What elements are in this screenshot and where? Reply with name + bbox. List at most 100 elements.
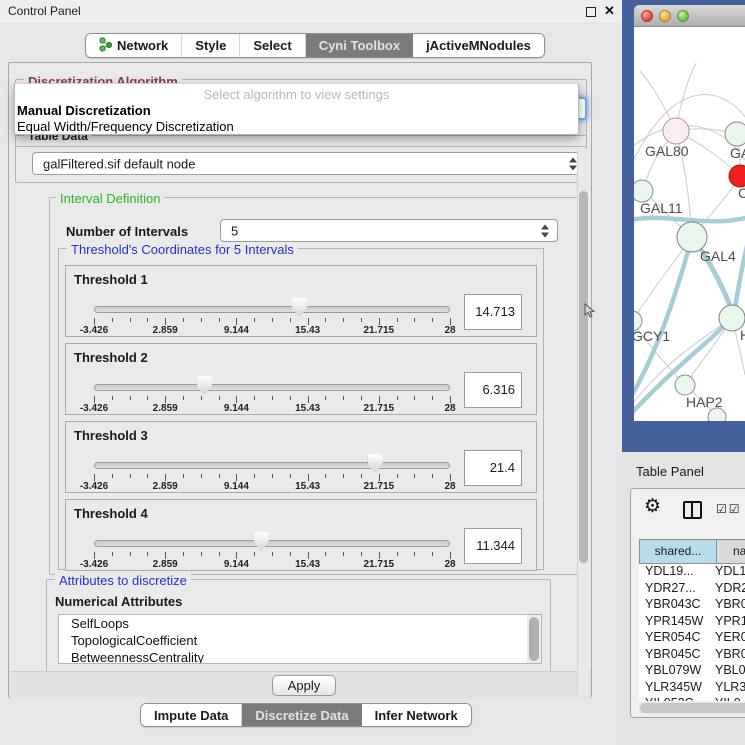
threshold-value-field[interactable]: 6.316 (464, 372, 522, 408)
minimize-traffic-light-icon[interactable] (659, 10, 671, 22)
checkbox-icons[interactable]: ☑☑ (716, 502, 742, 516)
panel-vertical-scrollbar[interactable] (577, 149, 589, 695)
list-item-topologicalcoefficient[interactable]: TopologicalCoefficient (59, 632, 541, 649)
panel-scrollbar-thumb[interactable] (579, 191, 588, 563)
threshold-panel-threshold-2: Threshold 2-3.4262.8599.14415.4321.71528… (65, 343, 537, 415)
zoom-traffic-light-icon[interactable] (677, 10, 689, 22)
network-node-gal11[interactable] (634, 180, 653, 202)
list-item-selfloops[interactable]: SelfLoops (59, 615, 541, 632)
network-window-titlebar[interactable] (634, 5, 745, 27)
table-body[interactable]: YDL19...YDL1YDR27...YDR2YBR043CYBR0YPR14… (639, 564, 745, 701)
slider-tick (147, 396, 148, 400)
table-row[interactable]: YLR345WYLR3 (639, 680, 745, 697)
slider-tick (94, 318, 95, 325)
slider-tick (272, 552, 273, 556)
tab-network[interactable]: Network (86, 34, 182, 57)
popup-option-manual-discretization[interactable]: Manual Discretization (17, 103, 151, 118)
table-row[interactable]: YDR27...YDR2 (639, 581, 745, 598)
table-row[interactable]: YER054CYER0 (639, 630, 745, 647)
gear-icon[interactable]: ⚙ (644, 495, 661, 518)
float-window-icon[interactable] (586, 7, 596, 17)
table-data-combobox[interactable]: galFiltered.sif default node (32, 152, 586, 175)
slider-tick (183, 552, 184, 556)
popup-option-equal-width-frequency[interactable]: Equal Width/Frequency Discretization (17, 119, 234, 134)
table-cell: YER0 (711, 630, 745, 647)
slider-track[interactable] (94, 462, 450, 469)
table-row[interactable]: YBR043CYBR0 (639, 597, 745, 614)
tab-discretize-data[interactable]: Discretize Data (242, 704, 361, 726)
tick-label: 21.715 (347, 403, 411, 414)
table-cell: YBR045C (639, 647, 711, 664)
slider-tick (183, 474, 184, 478)
slider-tick (130, 318, 131, 322)
slider-tick (219, 396, 220, 400)
threshold-label: Threshold 4 (74, 506, 148, 521)
slider-thumb[interactable] (197, 376, 212, 395)
tab-cyni-toolbox[interactable]: Cyni Toolbox (306, 34, 413, 57)
threshold-value-field[interactable]: 21.4 (464, 450, 522, 486)
slider-tick (201, 318, 202, 322)
tab-style[interactable]: Style (182, 34, 240, 57)
attributes-legend: Attributes to discretize (55, 573, 191, 588)
slider-tick (236, 396, 237, 403)
column-header-shared[interactable]: shared... (639, 539, 717, 564)
interval-definition-fieldset: Interval Definition Number of Intervals … (49, 197, 587, 575)
slider-thumb[interactable] (368, 454, 383, 473)
threshold-panel-threshold-1: Threshold 1-3.4262.8599.14415.4321.71528… (65, 265, 537, 337)
slider-tick (397, 318, 398, 322)
slider-tick (94, 552, 95, 559)
number-of-intervals-combobox[interactable]: 5 (220, 219, 558, 242)
slider-track[interactable] (94, 384, 450, 391)
right-region: GAL80GACGAL11GAL4GCY1HHAP2 Table Panel ⚙… (622, 0, 745, 745)
slider-thumb[interactable] (254, 532, 269, 551)
slider-track[interactable] (94, 306, 450, 313)
tab-label: Cyni Toolbox (319, 38, 400, 53)
table-cell: YLR3 (711, 680, 745, 697)
table-row[interactable]: YIL052CYIL0 (639, 696, 745, 701)
table-cell: YBR0 (711, 647, 745, 664)
table-row[interactable]: YBL079WYBL0 (639, 663, 745, 680)
close-traffic-light-icon[interactable] (641, 10, 653, 22)
slider-tick (343, 474, 344, 478)
tab-jactivemnodules[interactable]: jActiveMNodules (413, 34, 544, 57)
threshold-value-field[interactable]: 14.713 (464, 294, 522, 330)
split-table-icon[interactable] (683, 501, 702, 519)
stepper-arrows-icon (541, 224, 550, 237)
numerical-attributes-list[interactable]: SelfLoopsTopologicalCoefficientBetweenne… (58, 614, 542, 664)
network-node[interactable] (708, 408, 726, 421)
network-node-label: GCY1 (634, 328, 670, 344)
tick-label: 2.859 (133, 403, 197, 414)
table-row[interactable]: YDL19...YDL1 (639, 564, 745, 581)
slider-tick (236, 474, 237, 481)
slider-thumb[interactable] (292, 298, 307, 317)
table-scrollbar-thumb[interactable] (640, 703, 745, 713)
table-row[interactable]: YPR145WYPR1 (639, 614, 745, 631)
slider-tick (325, 318, 326, 322)
attributes-scrollbar-thumb[interactable] (529, 617, 539, 661)
tab-select[interactable]: Select (240, 34, 305, 57)
attributes-fieldset: Attributes to discretize Numerical Attri… (46, 579, 551, 675)
table-horizontal-scrollbar[interactable] (639, 702, 745, 714)
tick-label: 15.43 (276, 481, 340, 492)
tab-infer-network[interactable]: Infer Network (362, 704, 471, 726)
column-header-name[interactable]: na (717, 539, 745, 564)
network-node-gal80[interactable] (663, 118, 689, 144)
network-node-hap2[interactable] (675, 375, 695, 395)
table-row[interactable]: YBR045CYBR0 (639, 647, 745, 664)
slider-tick (450, 552, 451, 559)
slider-track[interactable] (94, 540, 450, 547)
network-canvas[interactable]: GAL80GACGAL11GAL4GCY1HHAP2 (634, 27, 745, 421)
apply-button[interactable]: Apply (272, 675, 336, 696)
threshold-value-field[interactable]: 11.344 (464, 528, 522, 564)
list-item-betweennesscentrality[interactable]: BetweennessCentrality (59, 649, 541, 664)
slider-tick (112, 396, 113, 400)
slider-tick (165, 474, 166, 481)
network-node-label: H (740, 327, 745, 343)
slider-tick (254, 396, 255, 400)
number-of-intervals-label: Number of Intervals (66, 224, 188, 239)
network-node-ga[interactable] (725, 122, 745, 146)
tick-label: -3.426 (62, 481, 126, 492)
attributes-scrollbar[interactable] (527, 615, 541, 663)
close-icon[interactable]: ✕ (604, 3, 615, 19)
tab-impute-data[interactable]: Impute Data (141, 704, 242, 726)
